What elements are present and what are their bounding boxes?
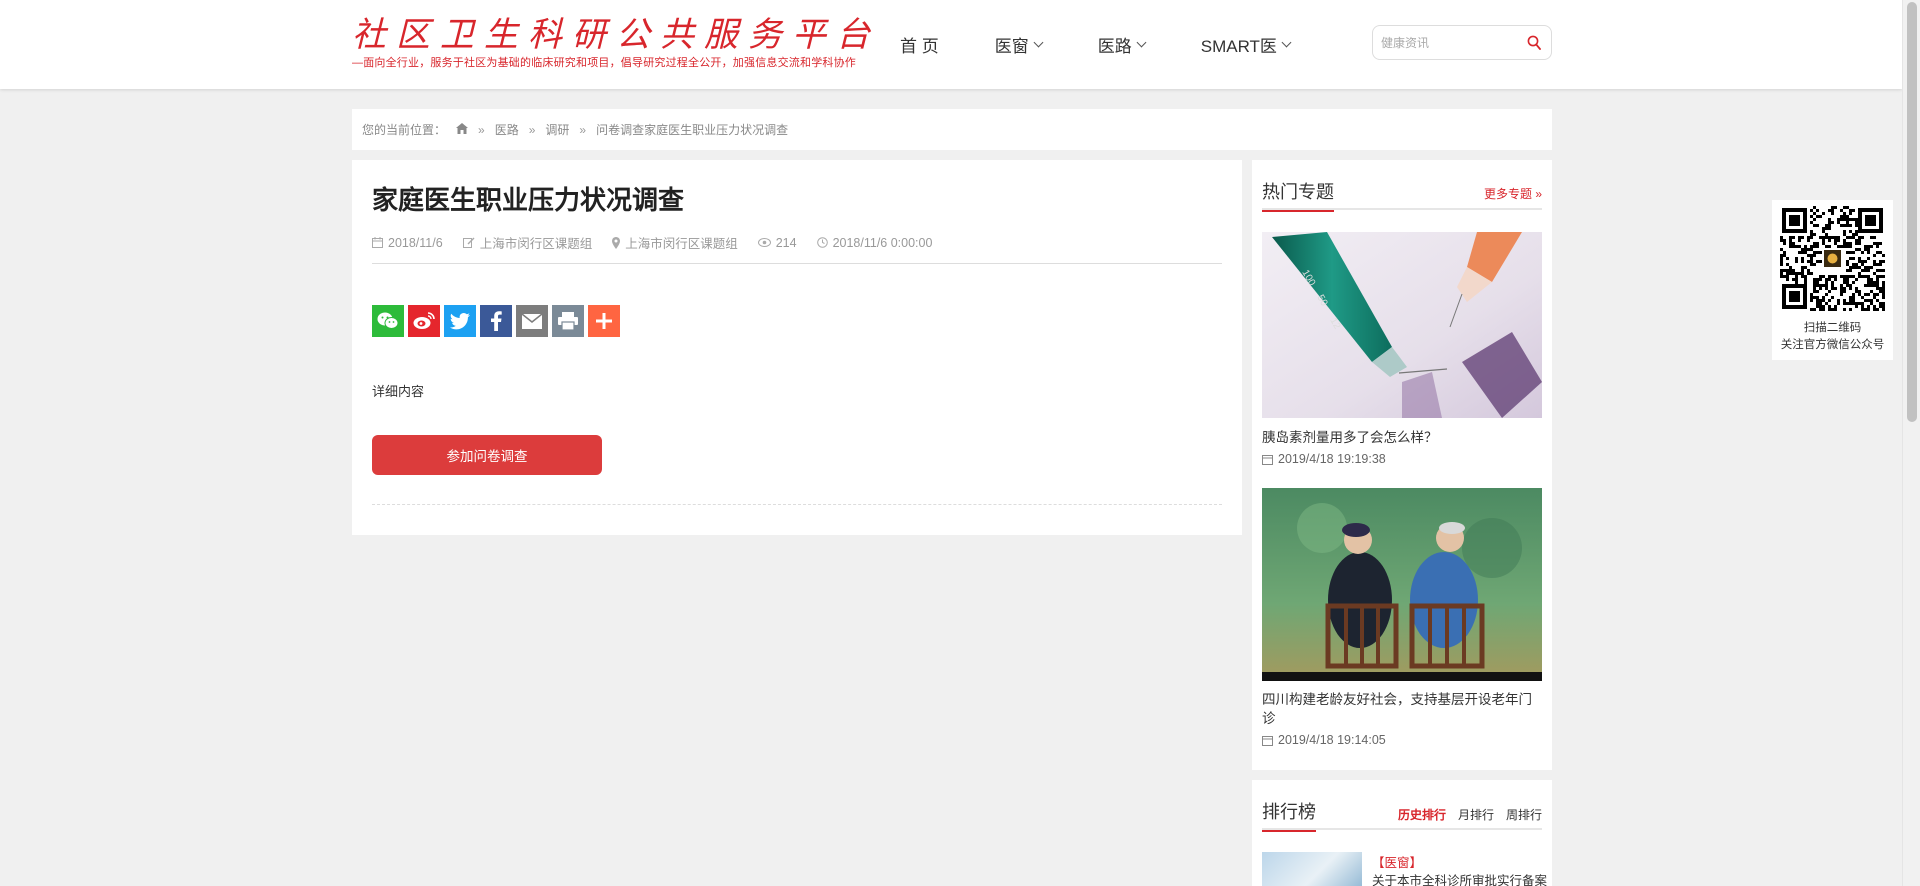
page-scrollbar[interactable]: [1902, 0, 1920, 886]
nav-home[interactable]: 首 页: [900, 32, 939, 57]
calendar-icon: [372, 237, 383, 248]
logo-title: 社区卫生科研公共服务平台: [352, 15, 880, 55]
meta-author-text: 上海市闵行区课题组: [479, 237, 593, 251]
chevron-down-icon: [1136, 37, 1147, 47]
topic-title-elderly[interactable]: 四川构建老龄友好社会，支持基层开设老年门诊: [1262, 690, 1542, 728]
article-meta: 2018/11/6 上海市闵行区课题组 上海市闵行区课题组 214 2018/1…: [372, 233, 952, 252]
hot-topics-header: 热门专题 更多专题 »: [1262, 178, 1542, 212]
nav-home-label: 首 页: [900, 36, 939, 56]
hot-topics-title: 热门专题: [1262, 178, 1334, 212]
meta-location-text: 上海市闵行区课题组: [625, 237, 738, 251]
more-topics-link[interactable]: 更多专题 »: [1484, 185, 1542, 202]
ranking-list-item[interactable]: 【医窗】 关于本市全科诊所审批实行备案: [1262, 852, 1547, 886]
breadcrumb-separator: »: [579, 122, 587, 137]
breadcrumb: 您的当前位置： » 医路 » 调研 » 问卷调查家庭医生职业压力状况调查: [352, 109, 1552, 150]
ranking-category: 【医窗】: [1372, 856, 1423, 870]
site-header: 社区卫生科研公共服务平台 —面向全行业，服务于社区为基础的临床研究和项目，倡导研…: [0, 0, 1902, 89]
tab-month-rank[interactable]: 月排行: [1458, 806, 1494, 823]
nav-smart-label: SMART医: [1200, 36, 1277, 56]
ranking-header: 排行榜 历史排行 月排行 周排行: [1262, 798, 1542, 832]
wechat-icon: [377, 312, 399, 329]
meta-datetime: 2018/11/6 0:00:00: [816, 233, 933, 252]
share-wechat-button[interactable]: [372, 305, 404, 337]
ranking-panel: 排行榜 历史排行 月排行 周排行 【医窗】 关于本市全科诊所审批实行备案: [1252, 780, 1552, 886]
article-panel: 家庭医生职业压力状况调查 2018/11/6 上海市闵行区课题组 上海市闵行区课…: [352, 160, 1242, 535]
facebook-icon: [491, 311, 502, 331]
content-divider: [372, 504, 1222, 505]
calendar-icon: [1262, 454, 1273, 465]
scrollbar-thumb[interactable]: [1907, 2, 1917, 422]
hot-topics-panel: 热门专题 更多专题 » 100 50 12 胰岛素剂量用多了会怎么样？ 2019…: [1252, 160, 1552, 770]
meta-author: 上海市闵行区课题组: [462, 233, 593, 252]
article-content: 详细内容: [372, 384, 425, 399]
breadcrumb-item-yilu[interactable]: 医路: [495, 121, 519, 138]
breadcrumb-separator: »: [528, 122, 536, 137]
meta-views-text: 214: [775, 235, 797, 250]
email-icon: [522, 313, 542, 329]
breadcrumb-item-diaoyan[interactable]: 调研: [545, 121, 569, 138]
qr-code-panel: 扫描二维码 关注官方微信公众号: [1772, 200, 1893, 360]
share-weibo-button[interactable]: [408, 305, 440, 337]
tab-week-rank[interactable]: 周排行: [1506, 806, 1542, 823]
share-print-button[interactable]: [552, 305, 584, 337]
share-bar: [372, 305, 624, 337]
meta-date: 2018/11/6: [372, 233, 443, 252]
meta-datetime-text: 2018/11/6 0:00:00: [832, 235, 933, 250]
ranking-title: 排行榜: [1262, 798, 1316, 832]
plus-icon: [596, 313, 612, 329]
search-input[interactable]: [1381, 32, 1521, 54]
ranking-item-title: 关于本市全科诊所审批实行备案: [1372, 874, 1548, 886]
topic-date-insulin: 2019/4/18 19:19:38: [1262, 452, 1386, 466]
nav-yichuang[interactable]: 医窗: [994, 32, 1044, 57]
nav-yilu[interactable]: 医路: [1097, 32, 1147, 57]
nav-yichuang-label: 医窗: [994, 36, 1029, 56]
weibo-icon: [413, 312, 435, 329]
share-twitter-button[interactable]: [444, 305, 476, 337]
share-email-button[interactable]: [516, 305, 548, 337]
article-title: 家庭医生职业压力状况调查: [372, 185, 685, 215]
topic-image-elderly[interactable]: [1262, 488, 1542, 681]
breadcrumb-prefix: 您的当前位置：: [362, 123, 447, 137]
map-marker-icon: [612, 236, 621, 249]
breadcrumb-separator: »: [478, 122, 485, 137]
search-icon[interactable]: [1527, 35, 1541, 51]
meta-date-text: 2018/11/6: [388, 235, 443, 250]
search-box: [1372, 25, 1552, 60]
meta-divider: [372, 263, 1222, 264]
tab-history-rank[interactable]: 历史排行: [1398, 806, 1446, 823]
breadcrumb-item-current: 问卷调查家庭医生职业压力状况调查: [596, 123, 789, 137]
twitter-icon: [450, 312, 470, 329]
qr-caption: 扫描二维码 关注官方微信公众号: [1772, 320, 1893, 354]
share-facebook-button[interactable]: [480, 305, 512, 337]
qr-caption-line1: 扫描二维码: [1803, 322, 1862, 334]
home-icon[interactable]: [456, 122, 469, 137]
eye-icon: [757, 238, 771, 247]
qr-caption-line2: 关注官方微信公众号: [1780, 339, 1885, 351]
site-logo[interactable]: 社区卫生科研公共服务平台 —面向全行业，服务于社区为基础的临床研究和项目，倡导研…: [352, 14, 880, 74]
topic-title-insulin[interactable]: 胰岛素剂量用多了会怎么样？: [1262, 428, 1542, 447]
topic-date-text: 2019/4/18 19:14:05: [1278, 733, 1386, 747]
ranking-tabs: 历史排行 月排行 周排行: [1386, 806, 1542, 823]
print-icon: [558, 312, 578, 330]
topic-date-elderly: 2019/4/18 19:14:05: [1262, 733, 1386, 747]
qr-code-image: [1780, 206, 1885, 311]
clock-icon: [816, 237, 828, 248]
chevron-down-icon: [1033, 37, 1044, 47]
ranking-thumbnail: [1262, 852, 1362, 886]
join-survey-button[interactable]: 参加问卷调查: [372, 435, 602, 475]
nav-yilu-label: 医路: [1097, 36, 1132, 56]
topic-date-text: 2019/4/18 19:19:38: [1278, 452, 1386, 466]
topic-image-insulin[interactable]: 100 50 12: [1262, 232, 1542, 418]
share-more-button[interactable]: [588, 305, 620, 337]
logo-subtitle: —面向全行业，服务于社区为基础的临床研究和项目，倡导研究过程全公开，加强信息交流…: [352, 57, 856, 69]
chevron-down-icon: [1281, 37, 1292, 47]
calendar-icon: [1262, 735, 1273, 746]
edit-icon: [462, 237, 475, 248]
main-nav: 首 页 医窗 医路 SMART医: [900, 30, 1346, 58]
meta-views: 214: [757, 233, 797, 252]
meta-location: 上海市闵行区课题组: [612, 233, 738, 252]
nav-smart[interactable]: SMART医: [1200, 32, 1292, 57]
